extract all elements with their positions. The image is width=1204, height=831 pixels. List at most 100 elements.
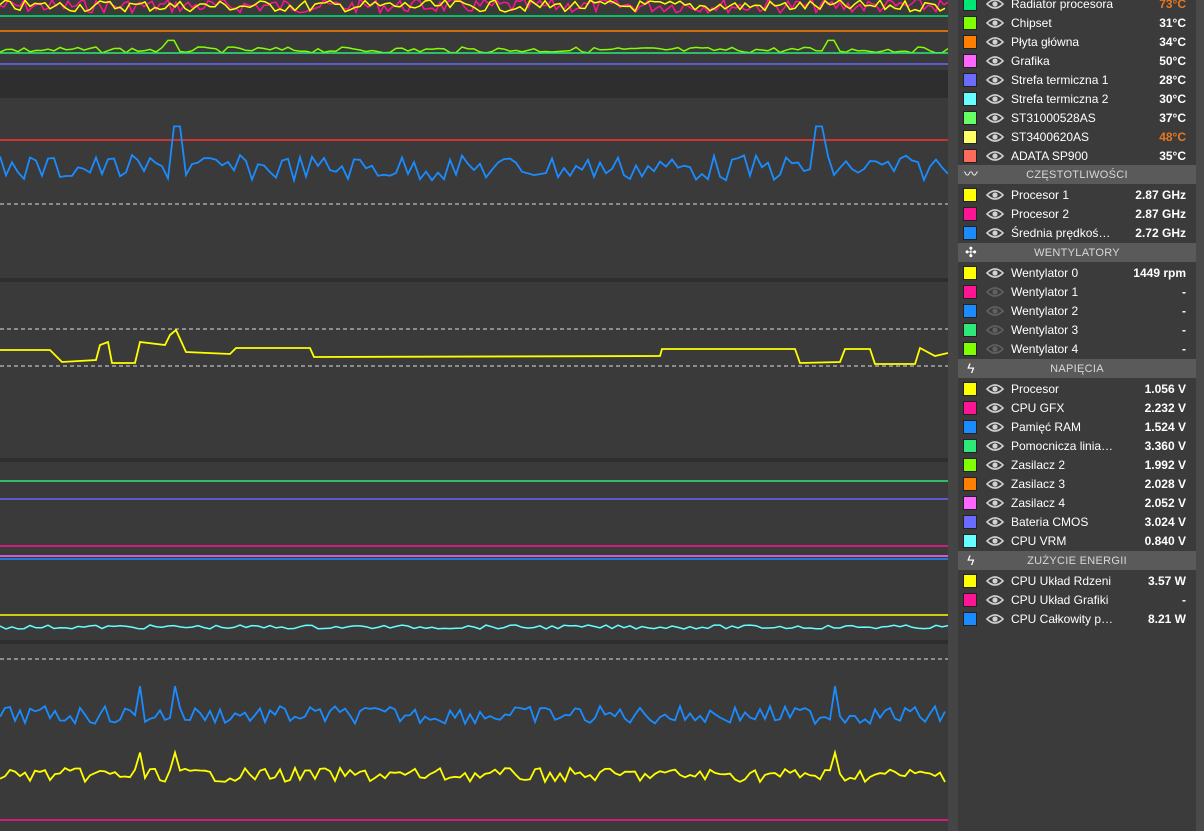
- color-swatch[interactable]: [963, 514, 977, 529]
- eye-icon[interactable]: [985, 267, 1005, 279]
- eye-icon[interactable]: [985, 343, 1005, 355]
- eye-icon[interactable]: [985, 286, 1005, 298]
- sensor-row[interactable]: CPU Układ Grafiki -: [958, 590, 1196, 609]
- eye-icon[interactable]: [985, 421, 1005, 433]
- sensor-row[interactable]: Zasilacz 3 2.028 V: [958, 474, 1196, 493]
- color-swatch[interactable]: [963, 206, 977, 221]
- sensor-value: 2.028 V: [1144, 476, 1186, 491]
- sensor-row[interactable]: ST3400620AS 48°C: [958, 127, 1196, 146]
- eye-icon[interactable]: [985, 55, 1005, 67]
- sensor-row[interactable]: Średnia prędkość p... 2.72 GHz: [958, 223, 1196, 242]
- eye-icon[interactable]: [985, 150, 1005, 162]
- sensor-row[interactable]: Pomocnicza linia +3.3 V 3.360 V: [958, 436, 1196, 455]
- eye-icon[interactable]: [985, 594, 1005, 606]
- section-header[interactable]: ϟ NAPIĘCIA: [958, 359, 1196, 378]
- section-header[interactable]: ϟ ZUŻYCIE ENERGII: [958, 551, 1196, 570]
- sensor-row[interactable]: Procesor 1 2.87 GHz: [958, 185, 1196, 204]
- color-swatch[interactable]: [963, 284, 977, 299]
- sensor-row[interactable]: Zasilacz 2 1.992 V: [958, 455, 1196, 474]
- section-header[interactable]: 〰 CZĘSTOTLIWOŚCI: [958, 165, 1196, 184]
- eye-icon[interactable]: [985, 112, 1005, 124]
- color-swatch[interactable]: [963, 34, 977, 49]
- sensor-row[interactable]: Radiator procesora 73°C: [958, 0, 1196, 13]
- color-swatch[interactable]: [963, 457, 977, 472]
- sensor-value: 2.87 GHz: [1135, 206, 1186, 221]
- eye-icon[interactable]: [985, 459, 1005, 471]
- sensor-row[interactable]: ST31000528AS 37°C: [958, 108, 1196, 127]
- sensor-label: Strefa termiczna 1: [1011, 72, 1109, 87]
- eye-icon[interactable]: [985, 17, 1005, 29]
- color-swatch[interactable]: [963, 400, 977, 415]
- eye-icon[interactable]: [985, 575, 1005, 587]
- color-swatch[interactable]: [963, 438, 977, 453]
- eye-icon[interactable]: [985, 74, 1005, 86]
- color-swatch[interactable]: [963, 15, 977, 30]
- sensor-row[interactable]: Grafika 50°C: [958, 51, 1196, 70]
- sensor-row[interactable]: Bateria CMOS 3.024 V: [958, 512, 1196, 531]
- eye-icon[interactable]: [985, 131, 1005, 143]
- color-swatch[interactable]: [963, 381, 977, 396]
- sensor-row[interactable]: Wentylator 1 -: [958, 282, 1196, 301]
- sensor-row[interactable]: Wentylator 4 -: [958, 339, 1196, 358]
- eye-icon[interactable]: [985, 208, 1005, 220]
- color-swatch[interactable]: [963, 476, 977, 491]
- sensor-row[interactable]: Procesor 1.056 V: [958, 379, 1196, 398]
- sensor-row[interactable]: Strefa termiczna 2 30°C: [958, 89, 1196, 108]
- color-swatch[interactable]: [963, 322, 977, 337]
- color-swatch[interactable]: [963, 53, 977, 68]
- color-swatch[interactable]: [963, 265, 977, 280]
- color-swatch[interactable]: [963, 341, 977, 356]
- color-swatch[interactable]: [963, 495, 977, 510]
- color-swatch[interactable]: [963, 110, 977, 125]
- eye-icon[interactable]: [985, 478, 1005, 490]
- color-swatch[interactable]: [963, 187, 977, 202]
- sensor-row[interactable]: Płyta główna 34°C: [958, 32, 1196, 51]
- sensor-row[interactable]: CPU GFX 2.232 V: [958, 398, 1196, 417]
- eye-icon[interactable]: [985, 227, 1005, 239]
- color-swatch[interactable]: [963, 148, 977, 163]
- eye-icon[interactable]: [985, 440, 1005, 452]
- sensor-row[interactable]: Wentylator 3 -: [958, 320, 1196, 339]
- color-swatch[interactable]: [963, 0, 977, 11]
- color-swatch[interactable]: [963, 611, 977, 626]
- color-swatch[interactable]: [963, 129, 977, 144]
- sidebar-scrollbar[interactable]: [1196, 0, 1204, 831]
- sensor-row[interactable]: Wentylator 0 1449 rpm: [958, 263, 1196, 282]
- eye-icon[interactable]: [985, 497, 1005, 509]
- section-header[interactable]: ✣ WENTYLATORY: [958, 243, 1196, 262]
- eye-icon[interactable]: [985, 93, 1005, 105]
- sensor-label: Grafika: [1011, 53, 1050, 68]
- color-swatch[interactable]: [963, 573, 977, 588]
- color-swatch[interactable]: [963, 592, 977, 607]
- sensor-row[interactable]: Zasilacz 4 2.052 V: [958, 493, 1196, 512]
- color-swatch[interactable]: [963, 419, 977, 434]
- eye-icon[interactable]: [985, 324, 1005, 336]
- eye-icon[interactable]: [985, 402, 1005, 414]
- sensor-row[interactable]: ADATA SP900 35°C: [958, 146, 1196, 165]
- sensor-row[interactable]: Wentylator 2 -: [958, 301, 1196, 320]
- eye-icon[interactable]: [985, 305, 1005, 317]
- sensor-value: 30°C: [1159, 91, 1186, 106]
- eye-icon[interactable]: [985, 0, 1005, 10]
- sensor-row[interactable]: Strefa termiczna 1 28°C: [958, 70, 1196, 89]
- sensor-value: -: [1182, 592, 1186, 607]
- sensor-row[interactable]: Chipset 31°C: [958, 13, 1196, 32]
- sensor-row[interactable]: CPU Całkowity pobór 8.21 W: [958, 609, 1196, 628]
- eye-icon[interactable]: [985, 535, 1005, 547]
- color-swatch[interactable]: [963, 91, 977, 106]
- sensor-row[interactable]: Procesor 2 2.87 GHz: [958, 204, 1196, 223]
- sensor-row[interactable]: Pamięć RAM 1.524 V: [958, 417, 1196, 436]
- eye-icon[interactable]: [985, 516, 1005, 528]
- color-swatch[interactable]: [963, 225, 977, 240]
- sensor-label: Pamięć RAM: [1011, 419, 1082, 434]
- color-swatch[interactable]: [963, 303, 977, 318]
- sensor-row[interactable]: CPU Układ Rdzeni 3.57 W: [958, 571, 1196, 590]
- color-swatch[interactable]: [963, 533, 977, 548]
- color-swatch[interactable]: [963, 72, 977, 87]
- eye-icon[interactable]: [985, 613, 1005, 625]
- eye-icon[interactable]: [985, 189, 1005, 201]
- eye-icon[interactable]: [985, 36, 1005, 48]
- graphs-scrollbar[interactable]: [948, 0, 958, 831]
- eye-icon[interactable]: [985, 383, 1005, 395]
- sensor-row[interactable]: CPU VRM 0.840 V: [958, 531, 1196, 550]
